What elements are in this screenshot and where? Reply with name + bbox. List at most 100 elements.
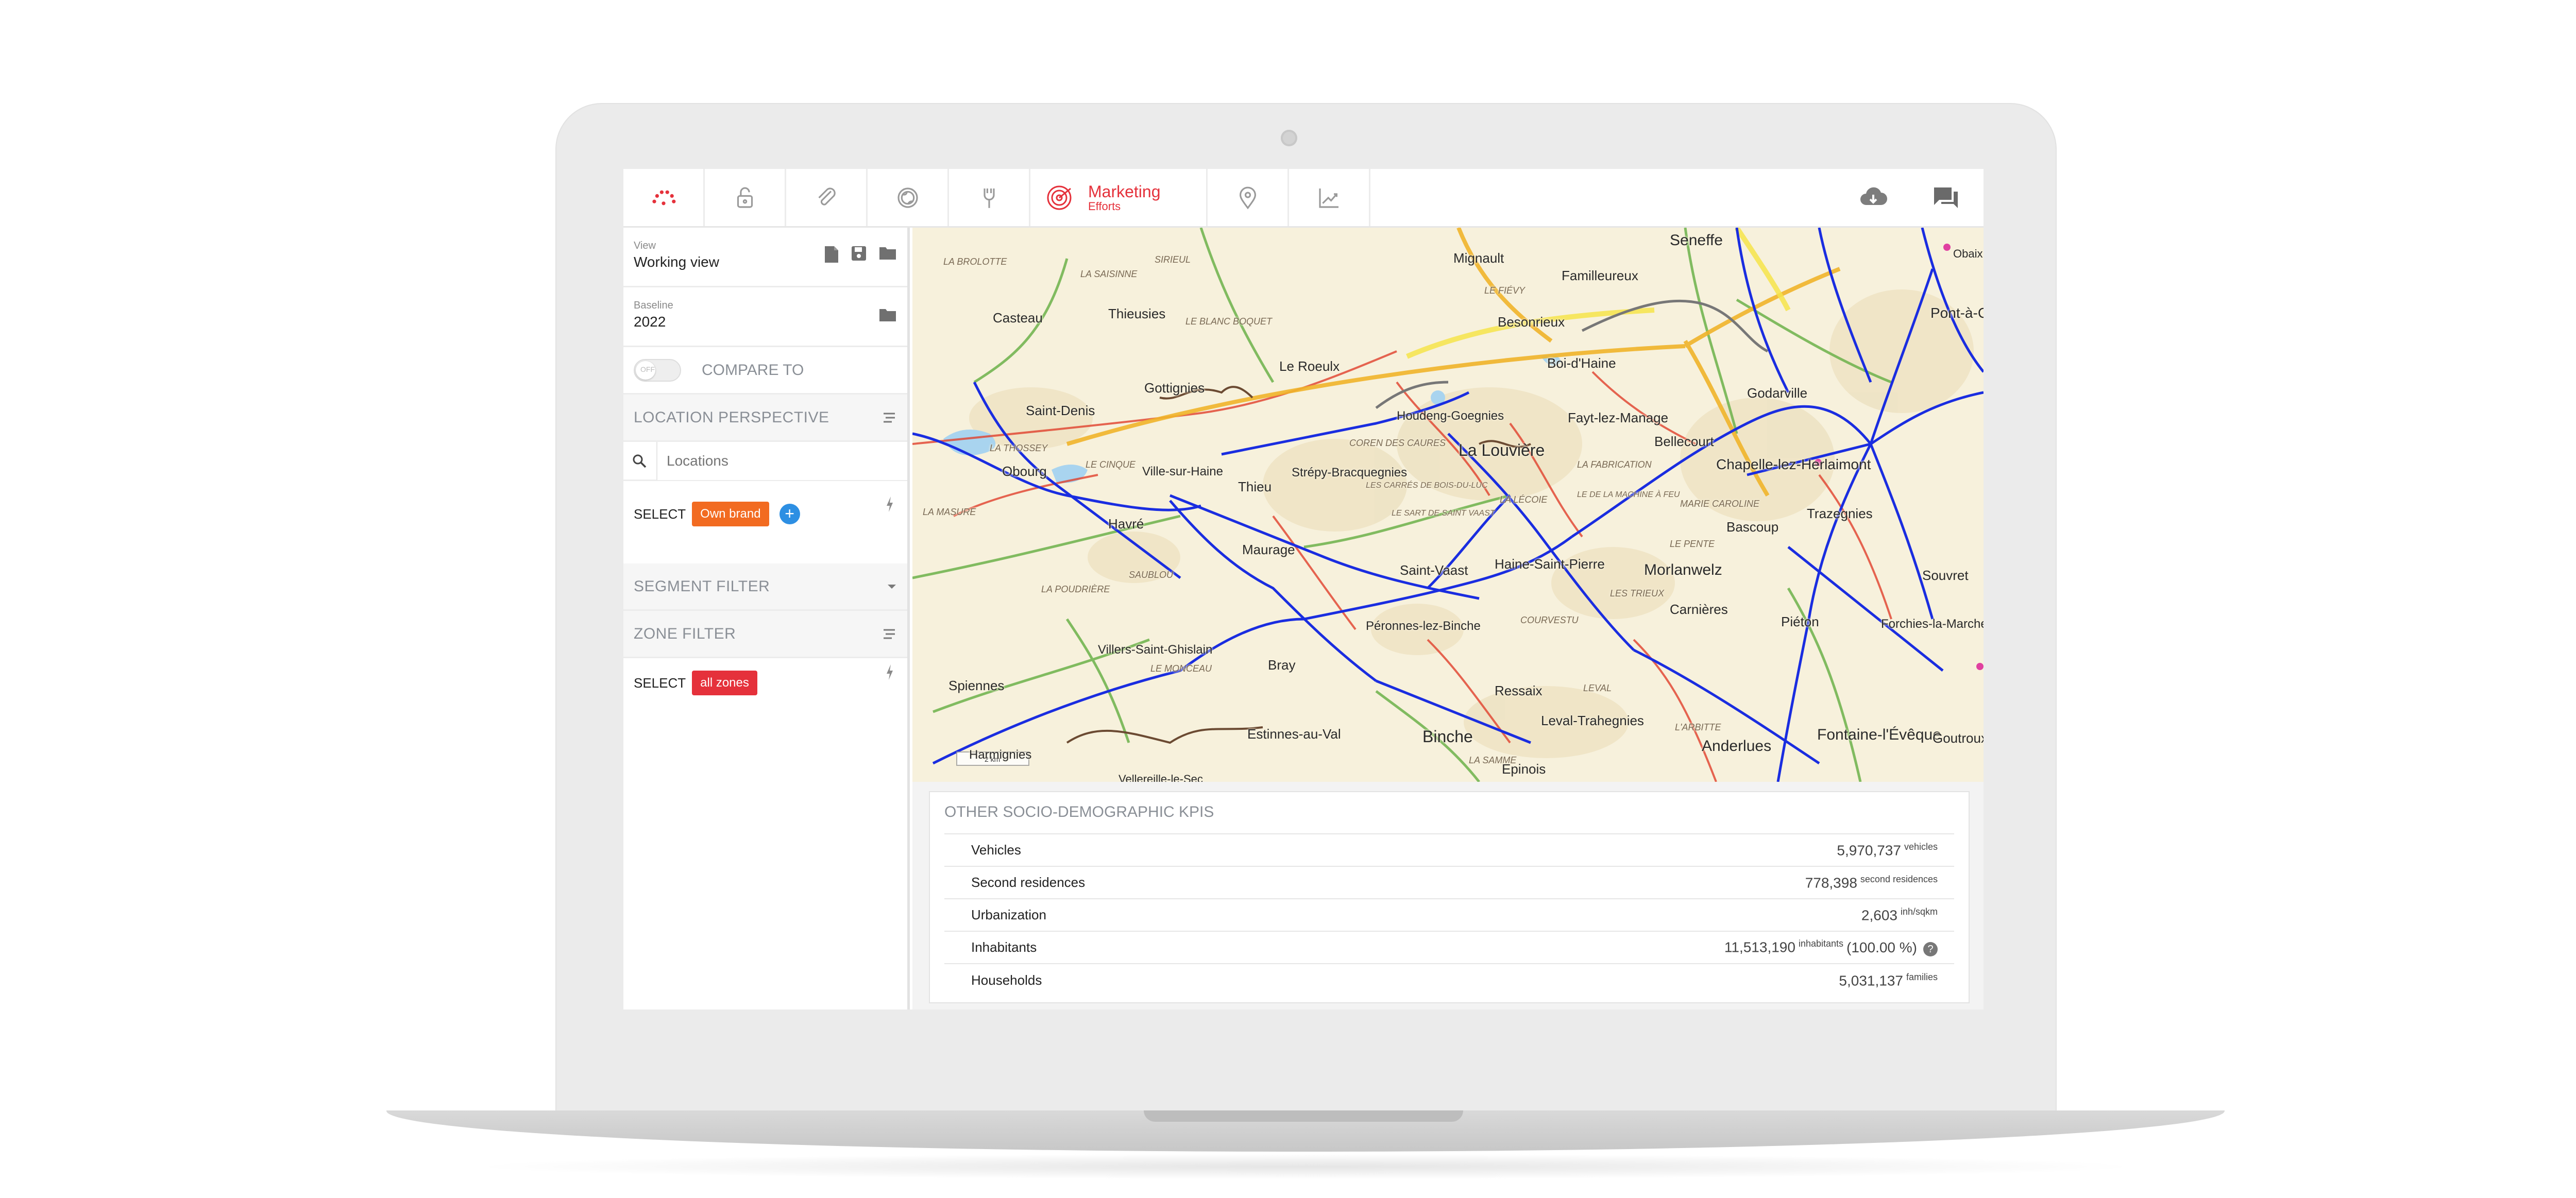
zone-select-label: SELECT [634, 675, 686, 691]
chevron-down-icon[interactable] [887, 584, 897, 590]
bolt-icon[interactable] [885, 495, 895, 513]
baseline-value[interactable]: 2022 [634, 314, 897, 330]
kpi-unit: families [1906, 971, 1938, 982]
help-icon[interactable]: ? [1923, 942, 1938, 956]
baseline-folder-icon[interactable] [878, 307, 897, 322]
location-pin-icon[interactable] [1208, 169, 1289, 226]
map-place-label: LA FABRICATION [1577, 459, 1652, 470]
map-place-label: Bray [1268, 657, 1296, 673]
kpi-title: OTHER SOCIO-DEMOGRAPHIC KPIS [944, 803, 1954, 834]
kpi-number: 5,970,737 [1837, 842, 1901, 859]
map-place-label: LE PENTE [1670, 539, 1715, 549]
map-view[interactable]: 2 km SeneffeObaixPont-à-CellesMignaultFa… [912, 228, 1984, 782]
map-place-label: Saint-Denis [1026, 403, 1095, 418]
map-place-label: LA SAISINNE [1080, 269, 1138, 279]
folder-icon[interactable] [878, 245, 897, 261]
map-place-label: Bellecourt [1654, 434, 1714, 449]
map-place-label: Obaix [1953, 247, 1983, 260]
map-place-label: Trazegnies [1807, 506, 1873, 521]
kpi-number: 778,398 [1805, 875, 1857, 891]
map-place-label: Haine-Saint-Pierre [1495, 556, 1605, 572]
tools-icon[interactable] [949, 169, 1030, 226]
map-place-label: Obourg [1002, 464, 1047, 479]
kpi-label: Second residences [971, 875, 1086, 890]
trend-chart-icon[interactable] [1289, 169, 1370, 226]
map-place-label: Forchies-la-Marche [1881, 617, 1984, 631]
camera [1281, 130, 1297, 146]
map-place-label: COREN DES CAURES [1349, 438, 1446, 448]
map-place-label: Péronnes-lez-Binche [1366, 619, 1481, 633]
new-document-icon[interactable] [824, 245, 839, 264]
map-place-label: Familleureux [1562, 268, 1638, 283]
all-zones-tag[interactable]: all zones [692, 671, 757, 695]
map-place-label: COURVESTU [1520, 615, 1579, 625]
map-place-label: Leval-Trahegnies [1541, 713, 1644, 728]
kpi-unit: inhabitants [1798, 938, 1844, 949]
map-place-label: LE MONCEAU [1150, 663, 1212, 674]
kpi-value: 2,603 inh/sqkm [1861, 906, 1938, 923]
map-place-label: Besonrieux [1498, 314, 1565, 330]
globe-icon[interactable] [868, 169, 949, 226]
marketing-target-icon [1047, 185, 1072, 210]
map-place-label: Houdeng-Goegnies [1397, 409, 1504, 423]
chat-icon[interactable] [1930, 182, 1961, 213]
kpi-label: Urbanization [971, 907, 1046, 922]
kpi-number: 2,603 [1861, 907, 1897, 923]
map-place-label: Carnières [1670, 602, 1728, 617]
map-place-label: La Louvière [1459, 441, 1545, 459]
zone-bolt-icon[interactable] [885, 663, 895, 681]
kpi-row: Urbanization 2,603 inh/sqkm [944, 899, 1954, 932]
tab-sublabel: Efforts [1088, 199, 1121, 213]
map-place-label: Fayt-lez-Manage [1568, 410, 1669, 425]
map-place-label: Gottignies [1144, 380, 1205, 396]
compare-toggle[interactable]: OFF [634, 358, 681, 382]
map-place-label: LES TRIEUX [1610, 588, 1665, 598]
list-icon[interactable] [882, 412, 897, 424]
map-place-label: Bascoup [1726, 519, 1779, 535]
logo-dots-icon[interactable] [623, 169, 705, 226]
map-place-label: LA MASURE [923, 507, 976, 517]
save-icon[interactable] [851, 245, 867, 262]
top-toolbar: Marketing Efforts [623, 169, 1984, 228]
kpi-value: 778,398 second residences [1805, 874, 1938, 891]
segment-filter-label: SEGMENT FILTER [634, 577, 770, 595]
kpi-unit: second residences [1860, 874, 1938, 884]
brand-select-area: SELECT Own brand + [623, 481, 907, 563]
map-place-label: Estinnes-au-Val [1247, 726, 1341, 742]
add-brand-button[interactable]: + [779, 504, 800, 524]
map-place-label: MARIE CAROLINE [1680, 499, 1760, 509]
map-place-label: LE SART DE SAINT VAAST [1392, 509, 1495, 518]
kpi-value: 5,031,137 families [1839, 972, 1938, 989]
paperclip-icon[interactable] [786, 169, 868, 226]
map-place-label: Spiennes [948, 678, 1005, 693]
map-place-label: Vellereille-le-Sec [1118, 773, 1203, 782]
map-place-label: Boi-d'Haine [1547, 355, 1616, 371]
tab-label: Marketing [1088, 182, 1161, 201]
kpi-row: Second residences 778,398 second residence… [944, 867, 1954, 899]
zone-list-icon[interactable] [882, 628, 897, 640]
cloud-download-icon[interactable] [1858, 182, 1889, 213]
map-place-label: LA LÉCOIE [1500, 494, 1548, 505]
map-place-label: LE BLANC BOQUET [1185, 316, 1273, 327]
map-place-label: Ressaix [1495, 683, 1543, 698]
kpi-row: Inhabitants 11,513,190 inhabitants (100.00 … [944, 932, 1954, 964]
laptop-shadow [464, 1154, 2147, 1179]
map-place-label: LE FIÉVY [1484, 285, 1526, 296]
map-place-label: Piéton [1781, 614, 1819, 629]
segment-filter-header[interactable]: SEGMENT FILTER [623, 563, 907, 611]
map-place-label: SAUBLOU [1129, 570, 1174, 580]
baseline-block: Baseline 2022 [623, 287, 907, 347]
tab-marketing-efforts[interactable]: Marketing Efforts [1030, 169, 1208, 226]
map-canvas[interactable] [912, 228, 1984, 782]
map-place-label: LES CARRÉS DE BOIS-DU-LUC [1366, 481, 1488, 490]
map-place-label: Fontaine-l'Évêque [1817, 726, 1941, 743]
lock-icon[interactable] [705, 169, 786, 226]
map-place-label: Havré [1108, 516, 1144, 532]
location-perspective-header[interactable]: LOCATION PERSPECTIVE [623, 395, 907, 442]
search-input[interactable] [656, 441, 907, 480]
kpi-unit: vehicles [1904, 841, 1938, 852]
own-brand-tag[interactable]: Own brand [692, 502, 769, 526]
zone-filter-header[interactable]: ZONE FILTER [623, 611, 907, 658]
map-place-label: LA THOSSEY [990, 443, 1048, 453]
map-place-label: Ville-sur-Haine [1142, 465, 1223, 478]
